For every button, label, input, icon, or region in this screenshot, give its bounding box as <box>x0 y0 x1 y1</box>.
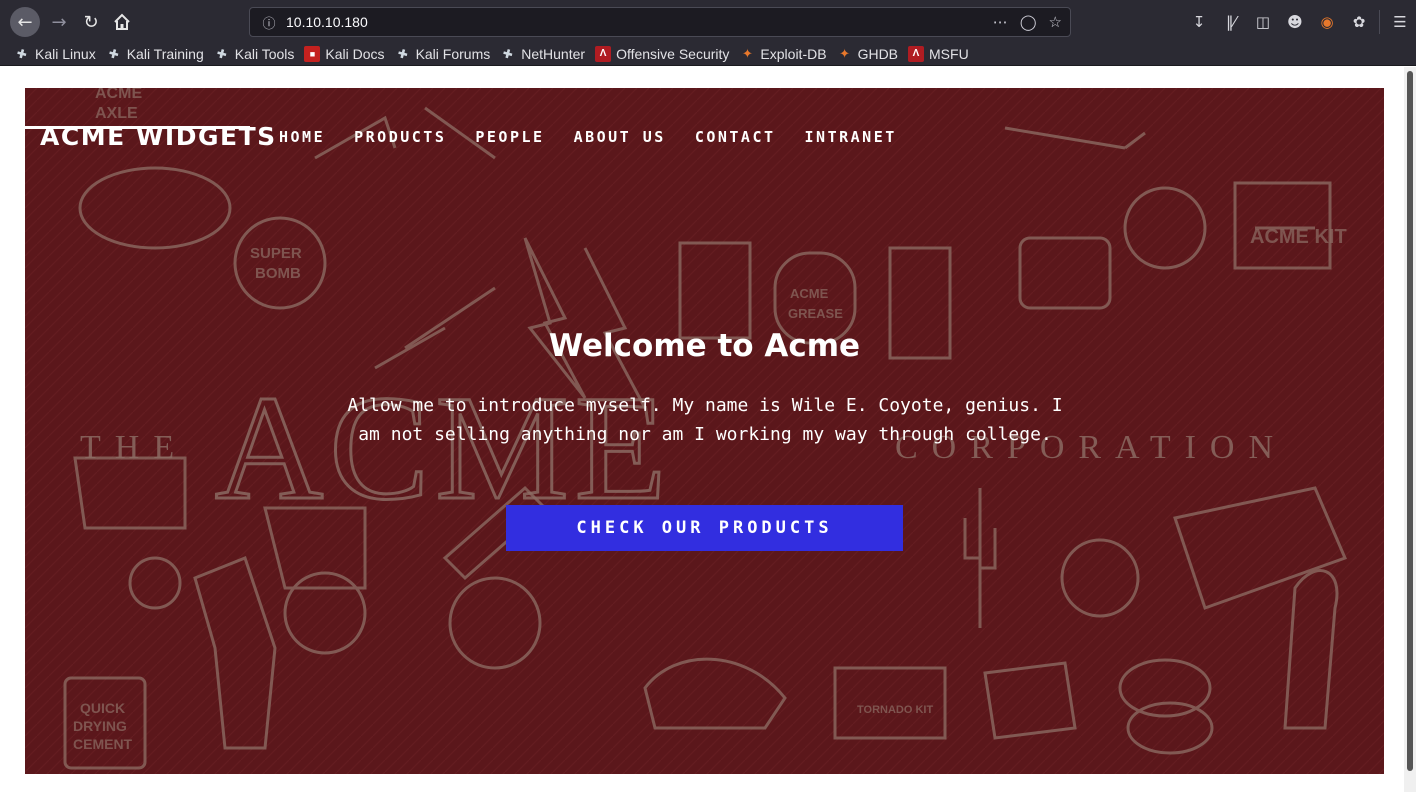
bookmark-msfu[interactable]: Λ MSFU <box>908 45 969 62</box>
bookmark-label: Kali Training <box>126 45 204 62</box>
downloads-icon[interactable]: ↧ <box>1183 8 1215 36</box>
home-button[interactable] <box>107 7 137 37</box>
bookmarks-bar: ✖ Kali Linux ✖ Kali Training ✖ Kali Tool… <box>0 42 1416 66</box>
bookmark-label: Kali Docs <box>325 45 385 62</box>
kali-dragon-icon: ✖ <box>213 44 230 63</box>
forward-button[interactable]: → <box>44 7 74 37</box>
svg-text:AXLE: AXLE <box>95 105 138 122</box>
pocket-icon[interactable]: ◯ <box>1020 13 1037 31</box>
page-viewport: THE ACME CORPORATION ACME AXLE ACME KIT … <box>0 67 1404 792</box>
bookmark-kali-tools[interactable]: ✖ Kali Tools <box>213 44 295 63</box>
hero-title: Welcome to Acme <box>548 328 861 364</box>
kali-dragon-icon: ✖ <box>394 44 411 63</box>
nav-home[interactable]: HOME <box>279 128 325 146</box>
bookmark-kali-training[interactable]: ✖ Kali Training <box>105 44 204 63</box>
reload-icon: ↻ <box>83 11 99 33</box>
bookmark-label: GHDB <box>857 45 899 62</box>
bookmark-label: Exploit-DB <box>760 45 827 62</box>
account-icon[interactable]: ☻ <box>1279 8 1311 36</box>
page-scrollbar[interactable] <box>1404 67 1416 792</box>
bookmark-offensive-security[interactable]: Λ Offensive Security <box>595 45 730 62</box>
back-button[interactable]: ← <box>10 7 40 37</box>
bookmark-label: MSFU <box>929 45 969 62</box>
bookmark-label: Kali Tools <box>234 45 295 62</box>
bookmark-kali-forums[interactable]: ✖ Kali Forums <box>394 44 491 63</box>
url-bar[interactable]: ⓘ 10.10.10.180 ⋯ ◯ ☆ <box>249 7 1071 37</box>
page-actions-icon[interactable]: ⋯ <box>993 13 1008 31</box>
scrollbar-thumb[interactable] <box>1407 71 1413 771</box>
bookmark-star-icon[interactable]: ☆ <box>1049 13 1062 31</box>
info-icon[interactable]: ⓘ <box>256 13 282 32</box>
library-icon[interactable]: ‖⁄ <box>1215 8 1247 36</box>
svg-text:ACME: ACME <box>790 286 829 301</box>
hero-text: Allow me to introduce myself. My name is… <box>347 395 1063 445</box>
exploitdb-icon: ✦ <box>741 45 753 61</box>
nav-products[interactable]: PRODUCTS <box>354 128 446 146</box>
bookmark-kali-docs[interactable]: ■ Kali Docs <box>304 45 385 62</box>
svg-text:ACME KIT: ACME KIT <box>1250 226 1347 248</box>
bookmark-label: Offensive Security <box>616 45 730 62</box>
check-products-button[interactable]: CHECK OUR PRODUCTS <box>506 505 903 551</box>
bookmark-label: Kali Linux <box>35 45 96 62</box>
hero-section: THE ACME CORPORATION ACME AXLE ACME KIT … <box>25 88 1384 774</box>
extension-fox-icon[interactable]: ◉ <box>1311 8 1343 36</box>
pdf-icon: ■ <box>304 45 321 62</box>
arrow-right-icon: → <box>51 11 67 33</box>
kali-dragon-icon: ✖ <box>105 44 122 63</box>
svg-text:BOMB: BOMB <box>255 265 301 282</box>
browser-toolbar: ← → ↻ ⓘ 10.10.10.180 ⋯ ◯ ☆ ↧ ‖⁄ ◫ ☻ ◉ ✿ … <box>0 0 1416 42</box>
bookmark-label: Kali Forums <box>415 45 491 62</box>
cookie-icon[interactable]: ✿ <box>1343 8 1375 36</box>
svg-text:THE: THE <box>80 429 188 466</box>
menu-hamburger-icon[interactable]: ☰ <box>1384 8 1416 36</box>
svg-text:SUPER: SUPER <box>250 245 302 262</box>
svg-text:ACME: ACME <box>95 88 142 102</box>
svg-text:DRYING: DRYING <box>73 718 127 734</box>
svg-text:CEMENT: CEMENT <box>73 736 133 752</box>
bookmark-ghdb[interactable]: ✦ GHDB <box>837 46 898 62</box>
toolbar-divider <box>1379 10 1380 34</box>
nav-about-us[interactable]: ABOUT US <box>574 128 666 146</box>
bookmark-exploit-db[interactable]: ✦ Exploit-DB <box>739 45 827 62</box>
nav-contact[interactable]: CONTACT <box>695 128 776 146</box>
svg-text:QUICK: QUICK <box>80 700 125 716</box>
svg-text:GREASE: GREASE <box>788 306 843 321</box>
kali-dragon-icon: ✖ <box>14 44 30 63</box>
kali-dragon-icon: ✖ <box>500 44 517 63</box>
offsec-icon: Λ <box>908 45 925 62</box>
reload-button[interactable]: ↻ <box>76 7 106 37</box>
nav-intranet[interactable]: INTRANET <box>805 128 897 146</box>
arrow-left-icon: ← <box>17 11 33 33</box>
main-nav: HOME PRODUCTS PEOPLE ABOUT US CONTACT IN… <box>279 128 926 146</box>
bookmark-label: NetHunter <box>521 45 586 62</box>
sidebar-icon[interactable]: ◫ <box>1247 8 1279 36</box>
home-icon <box>114 13 130 30</box>
exploitdb-icon: ✦ <box>839 45 851 61</box>
site-brand[interactable]: ACME WIDGETS <box>40 122 277 151</box>
svg-text:TORNADO KIT: TORNADO KIT <box>857 704 933 716</box>
url-text[interactable]: 10.10.10.180 <box>286 14 368 30</box>
bookmark-kali-linux[interactable]: ✖ Kali Linux <box>14 44 96 63</box>
bookmark-nethunter[interactable]: ✖ NetHunter <box>500 44 586 63</box>
offsec-icon: Λ <box>595 45 612 62</box>
nav-people[interactable]: PEOPLE <box>475 128 544 146</box>
